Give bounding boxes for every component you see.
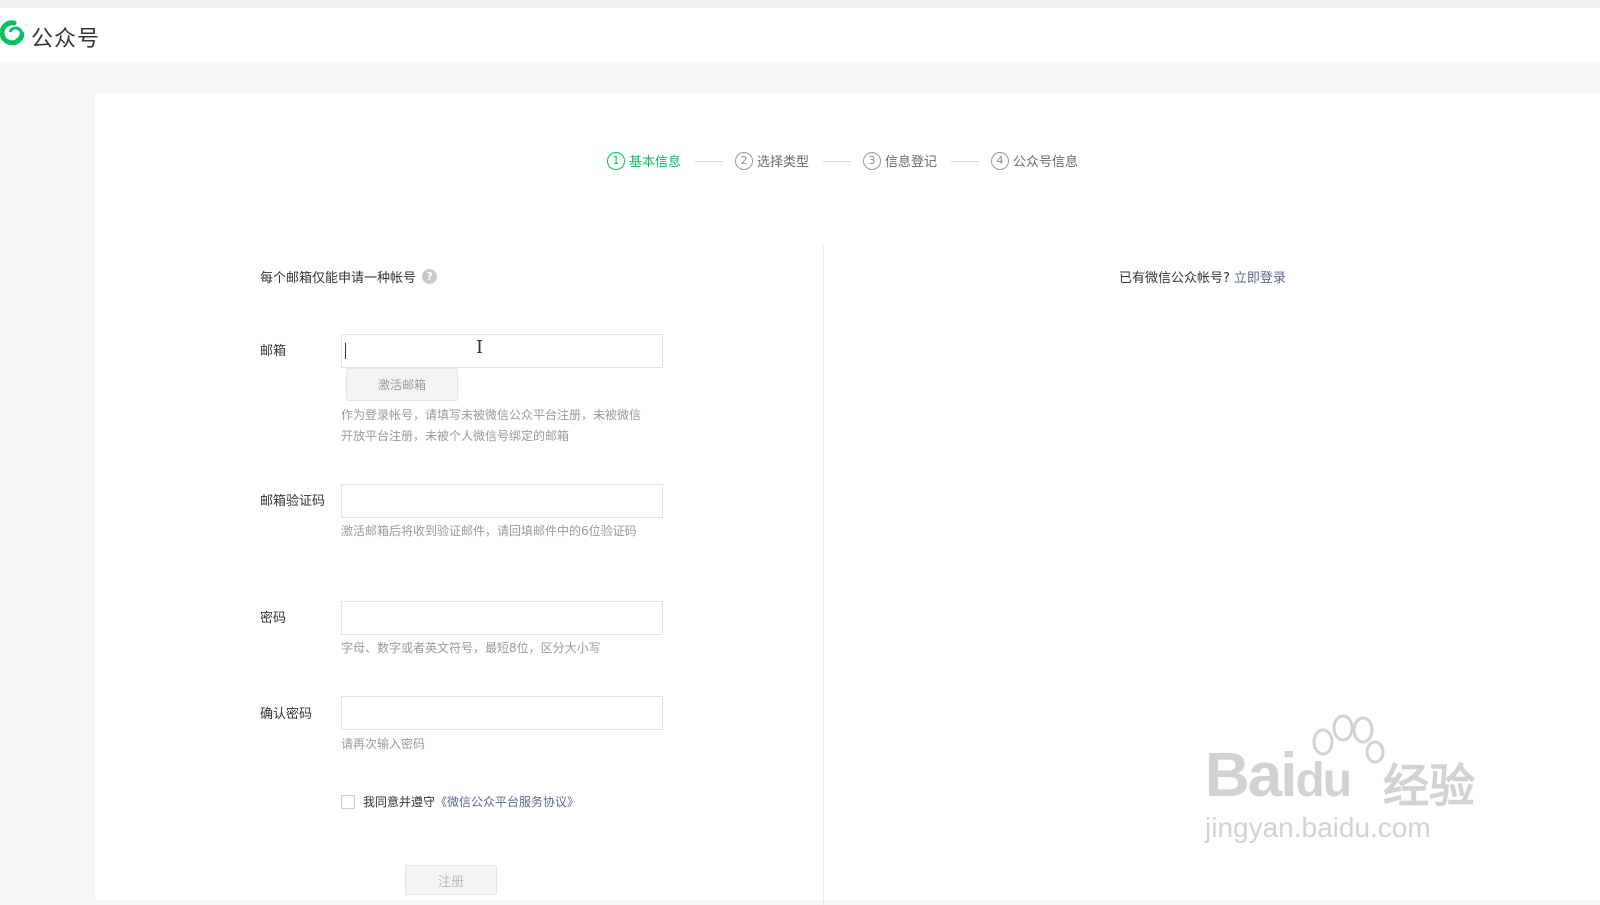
agreement-row: 我同意并遵守 《微信公众平台服务协议》 — [341, 793, 579, 810]
login-hint: 已有微信公众帐号? 立即登录 — [1119, 267, 1286, 286]
progress-steps: 1 基本信息 2 选择类型 3 信息登记 4 公众号信息 — [95, 151, 1600, 173]
verify-code-tip: 激活邮箱后将收到验证邮件，请回填邮件中的6位验证码 — [341, 524, 637, 538]
step-select-type: 2 选择类型 — [735, 151, 809, 170]
mouse-ibeam-icon: I — [476, 337, 484, 358]
step-number: 4 — [991, 151, 1009, 170]
register-button[interactable]: 注册 — [405, 865, 497, 895]
step-connector — [695, 161, 723, 162]
verify-code-input[interactable] — [341, 484, 663, 518]
confirm-password-label: 确认密码 — [260, 707, 313, 722]
password-input[interactable] — [341, 601, 663, 635]
verify-code-label: 邮箱验证码 — [260, 494, 326, 509]
password-label: 密码 — [260, 611, 287, 626]
watermark-url: jingyan.baidu.com — [1205, 812, 1431, 843]
step-number: 1 — [607, 151, 625, 170]
app-title[interactable]: 公众号 — [31, 21, 100, 53]
password-tip: 字母、数字或者英文符号，最短8位，区分大小写 — [341, 641, 601, 655]
email-input[interactable] — [341, 334, 663, 368]
step-label: 公众号信息 — [1013, 155, 1079, 170]
watermark-cn: 经验 — [1383, 760, 1475, 812]
login-link[interactable]: 立即登录 — [1234, 271, 1286, 286]
step-basic-info: 1 基本信息 — [607, 151, 681, 170]
confirm-password-input[interactable] — [341, 696, 663, 730]
step-label: 基本信息 — [629, 155, 682, 170]
login-hint-text: 已有微信公众帐号? — [1119, 271, 1230, 286]
step-label: 信息登记 — [885, 155, 938, 170]
help-icon[interactable]: ? — [422, 269, 438, 284]
wechat-mp-logo-icon[interactable] — [0, 20, 24, 46]
step-connector — [951, 161, 979, 162]
text-cursor — [345, 343, 346, 359]
column-divider — [823, 245, 824, 905]
step-info-registration: 3 信息登记 — [863, 151, 937, 170]
step-number: 2 — [735, 151, 753, 170]
email-label: 邮箱 — [260, 344, 287, 359]
agreement-link[interactable]: 《微信公众平台服务协议》 — [435, 793, 579, 810]
agreement-text: 我同意并遵守 — [363, 795, 436, 809]
email-note-text: 每个邮箱仅能申请一种帐号 — [260, 271, 417, 286]
watermark-brand: Bai — [1205, 741, 1297, 810]
watermark-brand-2: du — [1295, 754, 1352, 807]
step-account-info: 4 公众号信息 — [991, 151, 1078, 170]
step-connector — [823, 161, 851, 162]
top-header: 公众号 — [0, 0, 1600, 62]
step-label: 选择类型 — [757, 155, 810, 170]
agreement-checkbox[interactable] — [341, 794, 355, 809]
step-number: 3 — [863, 151, 881, 170]
baidu-watermark: Baidu 经验 jingyan.baidu.com — [1205, 712, 1505, 862]
email-note: 每个邮箱仅能申请一种帐号 ? — [260, 267, 438, 286]
email-tip: 作为登录帐号，请填写未被微信公众平台注册，未被微信开放平台注册，未被个人微信号绑… — [341, 408, 642, 443]
activate-email-button[interactable]: 激活邮箱 — [346, 368, 458, 401]
confirm-password-tip: 请再次输入密码 — [341, 737, 426, 751]
